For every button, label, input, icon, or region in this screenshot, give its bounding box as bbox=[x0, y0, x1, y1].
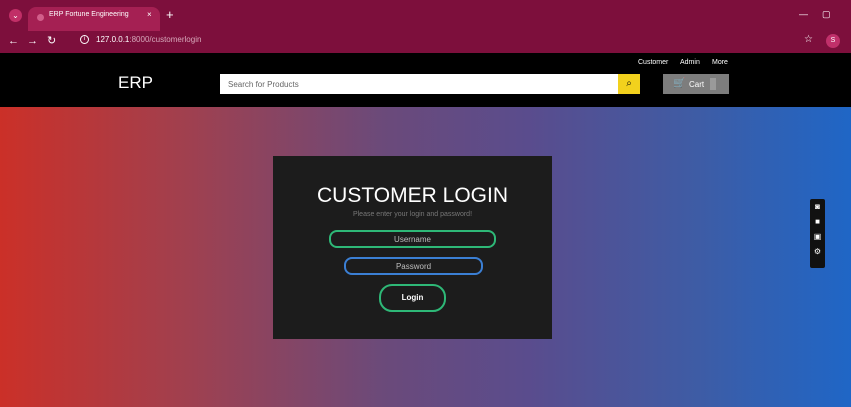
browser-chrome: ⌄ ERP Fortune Engineering × + — ▢ ← → ↻ … bbox=[0, 0, 851, 53]
nav-customer[interactable]: Customer bbox=[638, 59, 668, 66]
password-field[interactable] bbox=[344, 257, 483, 275]
nav-more[interactable]: More bbox=[712, 59, 728, 66]
cart-icon: 🛒 bbox=[673, 78, 686, 89]
tab-title: ERP Fortune Engineering bbox=[49, 11, 129, 18]
hero-background: CUSTOMER LOGIN Please enter your login a… bbox=[0, 107, 851, 407]
username-field[interactable] bbox=[329, 230, 496, 248]
restore-button[interactable]: ▢ bbox=[822, 9, 831, 20]
tab-menu-icon[interactable]: ⌄ bbox=[9, 9, 22, 22]
camera-icon[interactable]: ◙ bbox=[813, 202, 822, 211]
site-header: ERP ⌕ 🛒 Cart Customer Admin More bbox=[0, 53, 851, 107]
info-icon[interactable]: i bbox=[80, 35, 89, 44]
tab-bar: ⌄ ERP Fortune Engineering × + — ▢ bbox=[0, 0, 851, 31]
browser-tab[interactable]: ERP Fortune Engineering × bbox=[28, 7, 160, 31]
new-tab-button[interactable]: + bbox=[166, 8, 174, 21]
login-title: CUSTOMER LOGIN bbox=[317, 184, 508, 207]
url-field[interactable]: 127.0.0.1:8000/customerlogin bbox=[96, 35, 201, 44]
url-host: 127.0.0.1 bbox=[96, 35, 130, 44]
search-input[interactable] bbox=[220, 74, 618, 94]
login-subtitle: Please enter your login and password! bbox=[352, 211, 473, 218]
login-button[interactable]: Login bbox=[379, 284, 446, 312]
login-card: CUSTOMER LOGIN Please enter your login a… bbox=[273, 156, 552, 339]
forward-icon[interactable]: → bbox=[27, 34, 38, 48]
brand-logo[interactable]: ERP bbox=[118, 73, 153, 93]
cart-button[interactable]: 🛒 Cart bbox=[663, 74, 729, 94]
screen-tools-widget: ◙ ■ ▣ ⚙ bbox=[810, 199, 825, 268]
cart-count-badge bbox=[710, 78, 716, 90]
back-icon[interactable]: ← bbox=[8, 34, 19, 48]
gear-icon[interactable]: ⚙ bbox=[813, 247, 822, 256]
address-bar: ← → ↻ i 127.0.0.1:8000/customerlogin ☆ S bbox=[0, 31, 851, 53]
copy-icon[interactable]: ▣ bbox=[813, 232, 822, 241]
nav-admin[interactable]: Admin bbox=[680, 59, 700, 66]
search-icon: ⌕ bbox=[626, 78, 632, 89]
cart-label: Cart bbox=[689, 80, 705, 89]
reload-icon[interactable]: ↻ bbox=[47, 34, 56, 48]
tab-close-icon[interactable]: × bbox=[147, 10, 152, 19]
url-path: :8000/customerlogin bbox=[129, 35, 202, 44]
profile-avatar[interactable]: S bbox=[826, 34, 840, 48]
minimize-button[interactable]: — bbox=[799, 9, 808, 19]
star-icon[interactable]: ☆ bbox=[804, 34, 813, 45]
video-icon[interactable]: ■ bbox=[813, 217, 822, 226]
search-button[interactable]: ⌕ bbox=[618, 74, 640, 94]
favicon-icon bbox=[37, 14, 44, 21]
